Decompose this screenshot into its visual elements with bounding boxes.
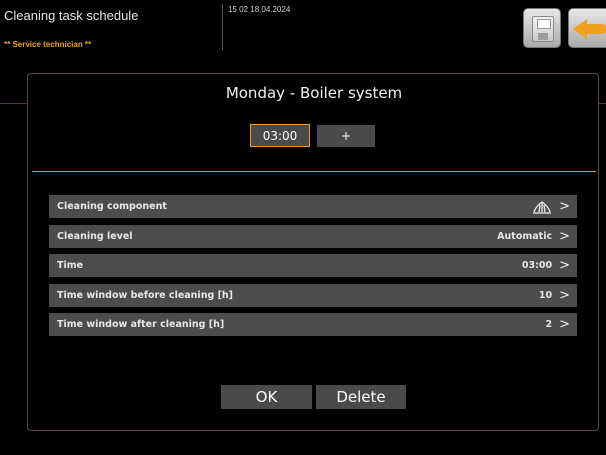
chevron-right-icon: >	[559, 317, 570, 332]
save-button[interactable]	[523, 8, 561, 48]
row-label: Cleaning level	[57, 230, 133, 242]
ok-button[interactable]: OK	[221, 385, 312, 409]
divider-line	[598, 103, 606, 104]
chevron-right-icon: >	[559, 258, 570, 273]
row-cleaning-level[interactable]: Cleaning level Automatic >	[49, 224, 577, 248]
back-button[interactable]	[568, 8, 606, 48]
chevron-right-icon: >	[559, 287, 570, 303]
chevron-right-icon: >	[559, 228, 570, 244]
user-role: ** Service technician **	[4, 40, 92, 49]
delete-button[interactable]: Delete	[316, 385, 406, 409]
save-icon	[532, 16, 554, 42]
cleaning-component-icon	[533, 200, 552, 214]
schedule-dialog: Monday - Boiler system 03:00 + Cleaning …	[27, 73, 599, 431]
header-divider	[222, 4, 223, 50]
row-time[interactable]: Time 03:00 >	[49, 254, 577, 277]
row-label: Time	[57, 260, 84, 271]
row-value: 03:00	[521, 260, 553, 271]
row-label: Time window before cleaning [h]	[57, 289, 234, 301]
row-label: Time window after cleaning [h]	[57, 319, 225, 330]
row-time-window-after[interactable]: Time window after cleaning [h] 2 >	[49, 313, 577, 336]
screen-title: Cleaning task schedule	[4, 8, 139, 23]
date-time: 15 02 18.04.2024	[228, 5, 291, 14]
row-value: 2	[545, 319, 553, 330]
back-arrow-icon-body	[585, 24, 606, 34]
row-value: 10	[538, 289, 553, 301]
row-time-window-before[interactable]: Time window before cleaning [h] 10 >	[49, 283, 577, 307]
divider-line	[0, 103, 27, 104]
add-time-button[interactable]: +	[317, 125, 375, 147]
section-divider	[32, 171, 596, 172]
settings-list: Cleaning component > Cleaning level Auto…	[49, 195, 577, 343]
row-cleaning-component[interactable]: Cleaning component >	[49, 195, 577, 218]
dialog-title: Monday - Boiler system	[225, 84, 403, 102]
row-label: Cleaning component	[57, 201, 167, 212]
chevron-right-icon: >	[559, 199, 570, 214]
header-bar: Cleaning task schedule ** Service techni…	[0, 0, 606, 60]
time-input[interactable]: 03:00	[250, 124, 310, 147]
row-value: Automatic	[497, 230, 553, 242]
